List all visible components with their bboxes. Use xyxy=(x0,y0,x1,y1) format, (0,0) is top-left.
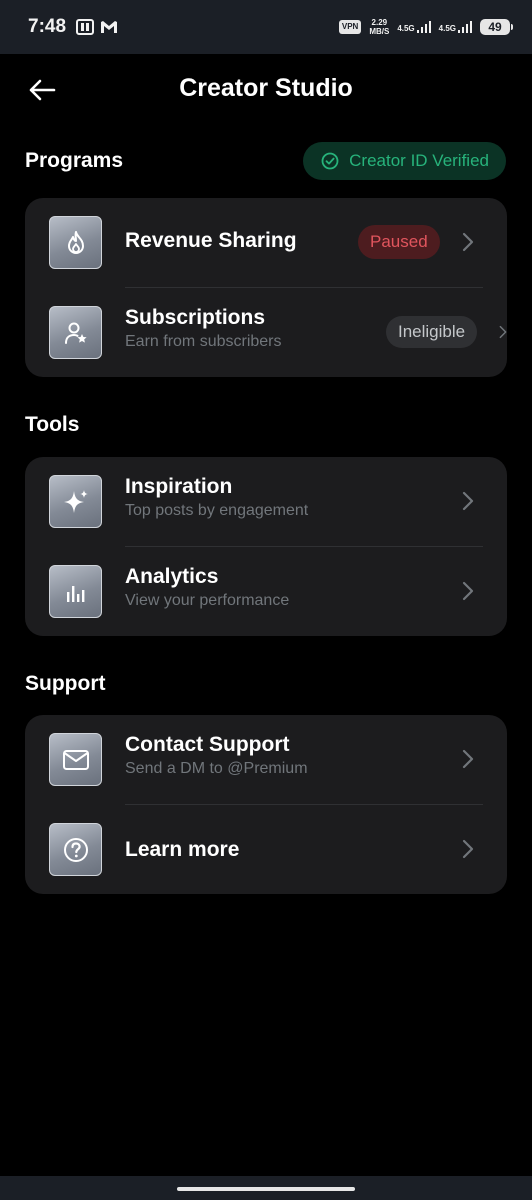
signal-icon xyxy=(458,21,472,33)
support-card: Contact Support Send a DM to @Premium Le… xyxy=(25,715,507,894)
row-subtitle: Send a DM to @Premium xyxy=(125,760,308,777)
row-title: Analytics xyxy=(125,565,219,588)
speed-unit: MB/S xyxy=(369,27,390,36)
notification-icons xyxy=(76,19,118,35)
creator-id-verified-badge[interactable]: Creator ID Verified xyxy=(303,142,506,180)
inspiration-text: Inspiration Top posts by engagement xyxy=(125,474,308,522)
header: Creator Studio xyxy=(0,54,532,126)
programs-section-title: Programs xyxy=(25,149,124,172)
sparkle-icon xyxy=(49,475,102,528)
chevron-right-icon xyxy=(460,838,476,860)
subscriptions-row[interactable]: Subscriptions Earn from subscribers Inel… xyxy=(25,288,507,378)
chevron-right-icon xyxy=(460,580,476,602)
row-title: Subscriptions xyxy=(125,306,266,329)
network-1: 4.5G xyxy=(397,21,431,33)
envelope-icon xyxy=(49,733,102,786)
learn-more-text: Learn more xyxy=(125,837,239,863)
row-title: Inspiration xyxy=(125,475,233,498)
row-subtitle: View your performance xyxy=(125,592,290,609)
analytics-text: Analytics View your performance xyxy=(125,564,289,612)
system-navigation-bar xyxy=(0,1176,532,1200)
network-2-label: 4.5G xyxy=(438,24,456,33)
question-circle-icon xyxy=(49,823,102,876)
network-speed: 2.29 MB/S xyxy=(369,18,389,36)
row-title: Revenue Sharing xyxy=(125,229,297,252)
tools-card: Inspiration Top posts by engagement Anal… xyxy=(25,457,507,636)
chevron-right-icon xyxy=(460,748,476,770)
analytics-row[interactable]: Analytics View your performance xyxy=(25,547,507,637)
tools-section-title: Tools xyxy=(25,413,80,436)
status-badge: Ineligible xyxy=(386,316,478,348)
home-indicator[interactable] xyxy=(177,1187,355,1191)
status-time: 7:48 xyxy=(28,16,67,37)
inspiration-row[interactable]: Inspiration Top posts by engagement xyxy=(25,457,507,547)
speed-value: 2.29 xyxy=(371,18,388,27)
battery-indicator: 49 xyxy=(480,19,513,35)
row-title: Contact Support xyxy=(125,733,290,756)
row-subtitle: Earn from subscribers xyxy=(125,333,282,350)
signal-icon xyxy=(416,21,431,33)
chevron-right-icon xyxy=(460,231,476,253)
status-bar: 7:48 VPN 2.29 MB/S 4.5G 4.5G 49 xyxy=(0,0,532,54)
revenue-sharing-row[interactable]: Revenue Sharing Paused xyxy=(25,198,507,288)
paytm-icon xyxy=(76,19,95,35)
gmail-icon xyxy=(100,20,118,34)
creator-studio-page: 7:48 VPN 2.29 MB/S 4.5G 4.5G 49 Creator … xyxy=(0,0,532,1200)
row-subtitle: Top posts by engagement xyxy=(125,502,309,519)
flame-icon xyxy=(49,216,102,269)
network-2: 4.5G xyxy=(439,21,472,33)
row-title: Learn more xyxy=(125,838,240,861)
vpn-badge: VPN xyxy=(338,20,362,34)
revenue-sharing-text: Revenue Sharing xyxy=(125,228,297,254)
contact-support-row[interactable]: Contact Support Send a DM to @Premium xyxy=(25,715,507,805)
status-badge: Paused xyxy=(358,225,440,259)
chevron-right-icon xyxy=(460,490,476,512)
page-title: Creator Studio xyxy=(179,74,353,102)
verified-label: Creator ID Verified xyxy=(349,151,489,170)
support-section-title: Support xyxy=(25,672,106,695)
status-indicators: VPN 2.29 MB/S 4.5G 4.5G 49 xyxy=(338,18,513,36)
network-1-label: 4.5G xyxy=(397,24,415,33)
chevron-right-icon xyxy=(499,321,507,343)
subscriptions-text: Subscriptions Earn from subscribers xyxy=(125,305,282,353)
learn-more-row[interactable]: Learn more xyxy=(25,805,507,895)
programs-card: Revenue Sharing Paused Subscriptions Ear… xyxy=(25,198,507,377)
contact-support-text: Contact Support Send a DM to @Premium xyxy=(125,732,308,780)
bar-chart-icon xyxy=(49,565,102,618)
person-star-icon xyxy=(49,306,102,359)
check-circle-icon xyxy=(321,152,339,170)
